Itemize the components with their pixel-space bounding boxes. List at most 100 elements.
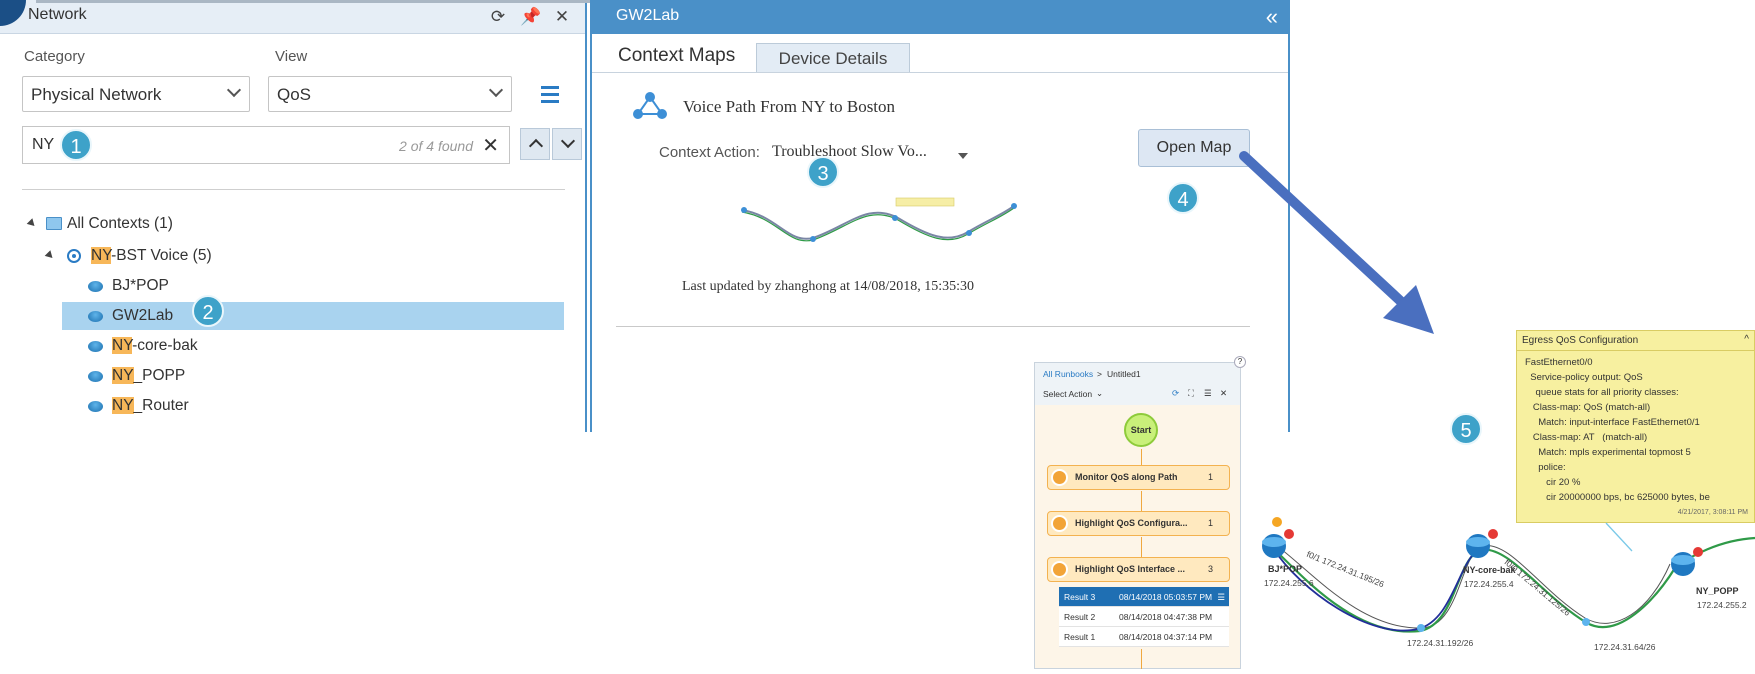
context-action-label: Context Action: <box>659 144 760 161</box>
tab-divider <box>592 72 1288 73</box>
breadcrumb-root[interactable]: All Runbooks <box>1043 369 1093 379</box>
chevron-down-icon: ⌄ <box>1096 388 1104 398</box>
collapse-icon[interactable]: ^ <box>1744 334 1749 345</box>
breadcrumb-page: Untitled1 <box>1107 369 1141 379</box>
step-count: 3 <box>1207 564 1213 574</box>
router-icon <box>88 401 103 412</box>
search-count: 2 of 4 found <box>399 138 473 154</box>
ip-label: 172.24.255.2 <box>1697 600 1747 610</box>
result-time: 08/14/2018 05:03:57 PM <box>1119 592 1213 602</box>
tab-device-details[interactable]: Device Details <box>756 43 910 73</box>
router-icon <box>88 311 103 322</box>
search-highlight: NY <box>112 397 134 414</box>
collapse-icon[interactable]: « <box>1266 4 1278 30</box>
fit-icon[interactable]: ⛶ <box>1188 388 1194 399</box>
flow-arrow <box>1238 148 1438 338</box>
pin-icon[interactable]: 📌 <box>520 7 541 27</box>
start-node[interactable]: Start <box>1124 413 1158 447</box>
help-icon[interactable]: ? <box>1234 356 1246 368</box>
tree-item-device[interactable]: BJ*POP <box>62 272 564 300</box>
previous-match-button[interactable] <box>520 128 550 160</box>
map-thumbnail[interactable] <box>738 196 1020 254</box>
connector <box>1141 491 1142 511</box>
chevron-down-icon <box>226 82 242 98</box>
expand-icon[interactable] <box>44 250 56 261</box>
router-icon <box>88 341 103 352</box>
view-label: View <box>275 48 308 65</box>
search-input[interactable]: NY 2 of 4 found ✕ <box>22 126 510 164</box>
open-map-button[interactable]: Open Map <box>1138 129 1250 167</box>
network-panel-header: Network ⟳ 📌 ✕ <box>0 0 585 34</box>
category-label: Category <box>24 48 85 65</box>
next-match-button[interactable] <box>552 128 582 160</box>
network-panel: Network ⟳ 📌 ✕ Category View Physical Net… <box>0 0 587 432</box>
tree-label: All Contexts (1) <box>67 215 173 232</box>
menu-icon[interactable]: ☰ <box>1217 587 1225 607</box>
view-value: QoS <box>277 85 312 104</box>
run-icon <box>1051 469 1068 486</box>
select-action-dropdown[interactable]: Select Action <box>1043 389 1092 399</box>
tree-label: BJ*POP <box>112 277 169 294</box>
map-title[interactable]: Voice Path From NY to Boston <box>683 97 895 117</box>
tree-item-device-selected[interactable]: GW2Lab <box>62 302 564 330</box>
tree-label: NY_Router <box>112 397 189 415</box>
ip-label: 172.24.255.4 <box>1464 579 1514 589</box>
runbook-step[interactable]: Monitor QoS along Path 1 <box>1047 465 1230 490</box>
expand-icon[interactable] <box>26 218 38 229</box>
tree-item-all-contexts[interactable]: All Contexts (1) <box>22 210 542 238</box>
result-name: Result 1 <box>1064 632 1096 642</box>
runbook-panel: All Runbooks > Untitled1 Select Action ⌄… <box>1034 362 1241 669</box>
note-title: Egress QoS Configuration <box>1522 335 1639 346</box>
step-label: Highlight QoS Interface ... <box>1075 564 1186 574</box>
menu-icon[interactable] <box>541 86 559 103</box>
tree-label-rest: _Router <box>133 397 189 414</box>
context-icon <box>67 249 81 263</box>
menu-icon[interactable]: ☰ <box>1204 388 1212 399</box>
tree-item-context[interactable]: NY-BST Voice (5) <box>22 242 542 270</box>
refresh-icon[interactable]: ⟳ <box>1172 388 1179 399</box>
step-badge-1: 1 <box>60 129 92 161</box>
result-name: Result 3 <box>1064 592 1096 602</box>
tree-label: GW2Lab <box>112 307 174 324</box>
step-badge-3: 3 <box>807 156 839 188</box>
context-action-select[interactable]: Troubleshoot Slow Vo... <box>772 143 927 161</box>
chevron-down-icon <box>488 82 504 98</box>
category-select[interactable]: Physical Network <box>22 76 250 112</box>
step-badge-4: 4 <box>1167 182 1199 214</box>
runbook-step[interactable]: Highlight QoS Interface ... 3 <box>1047 557 1230 582</box>
tree-item-device[interactable]: NY_Router <box>62 392 564 420</box>
result-time: 08/14/2018 04:47:38 PM <box>1119 612 1213 622</box>
runbook-step[interactable]: Highlight QoS Configura... 1 <box>1047 511 1230 536</box>
step-count: 1 <box>1207 472 1213 482</box>
device-label-ny-popp: NY_POPP <box>1696 586 1739 596</box>
note-body: FastEthernet0/0 Service-policy output: Q… <box>1525 357 1710 503</box>
refresh-icon[interactable]: ⟳ <box>488 7 508 27</box>
divider <box>1517 350 1754 351</box>
tree-item-device[interactable]: NY_POPP <box>62 362 564 390</box>
dropdown-caret-icon[interactable] <box>958 153 968 159</box>
search-highlight: NY <box>91 247 112 264</box>
close-icon[interactable]: ✕ <box>552 7 572 27</box>
ip-label: 172.24.255.6 <box>1264 578 1314 588</box>
step-count: 1 <box>1207 518 1213 528</box>
breadcrumb-separator: > <box>1097 369 1102 379</box>
panel-title: GW2Lab <box>616 7 680 24</box>
qos-config-note: Egress QoS Configuration ^ FastEthernet0… <box>1516 330 1755 523</box>
view-select[interactable]: QoS <box>268 76 512 112</box>
ip-label: 172.24.31.64/26 <box>1594 642 1656 652</box>
step-label: Monitor QoS along Path <box>1075 472 1178 482</box>
tree-label: NY-BST Voice (5) <box>91 247 212 265</box>
result-row[interactable]: Result 2 08/14/2018 04:47:38 PM <box>1059 607 1229 627</box>
result-row[interactable]: Result 1 08/14/2018 04:37:14 PM <box>1059 627 1229 647</box>
result-row-selected[interactable]: Result 3 08/14/2018 05:03:57 PM ☰ <box>1059 587 1229 607</box>
step-badge-2: 2 <box>192 295 224 327</box>
device-label-bj: BJ*POP <box>1268 564 1303 574</box>
clear-search-icon[interactable]: ✕ <box>482 133 499 158</box>
tab-context-maps[interactable]: Context Maps <box>618 45 735 67</box>
connector <box>1141 537 1142 557</box>
run-icon <box>1051 515 1068 532</box>
tree-item-device[interactable]: NY-core-bak <box>62 332 564 360</box>
last-updated-text: Last updated by zhanghong at 14/08/2018,… <box>682 279 975 294</box>
result-name: Result 2 <box>1064 612 1096 622</box>
close-icon[interactable]: ✕ <box>1220 388 1227 399</box>
